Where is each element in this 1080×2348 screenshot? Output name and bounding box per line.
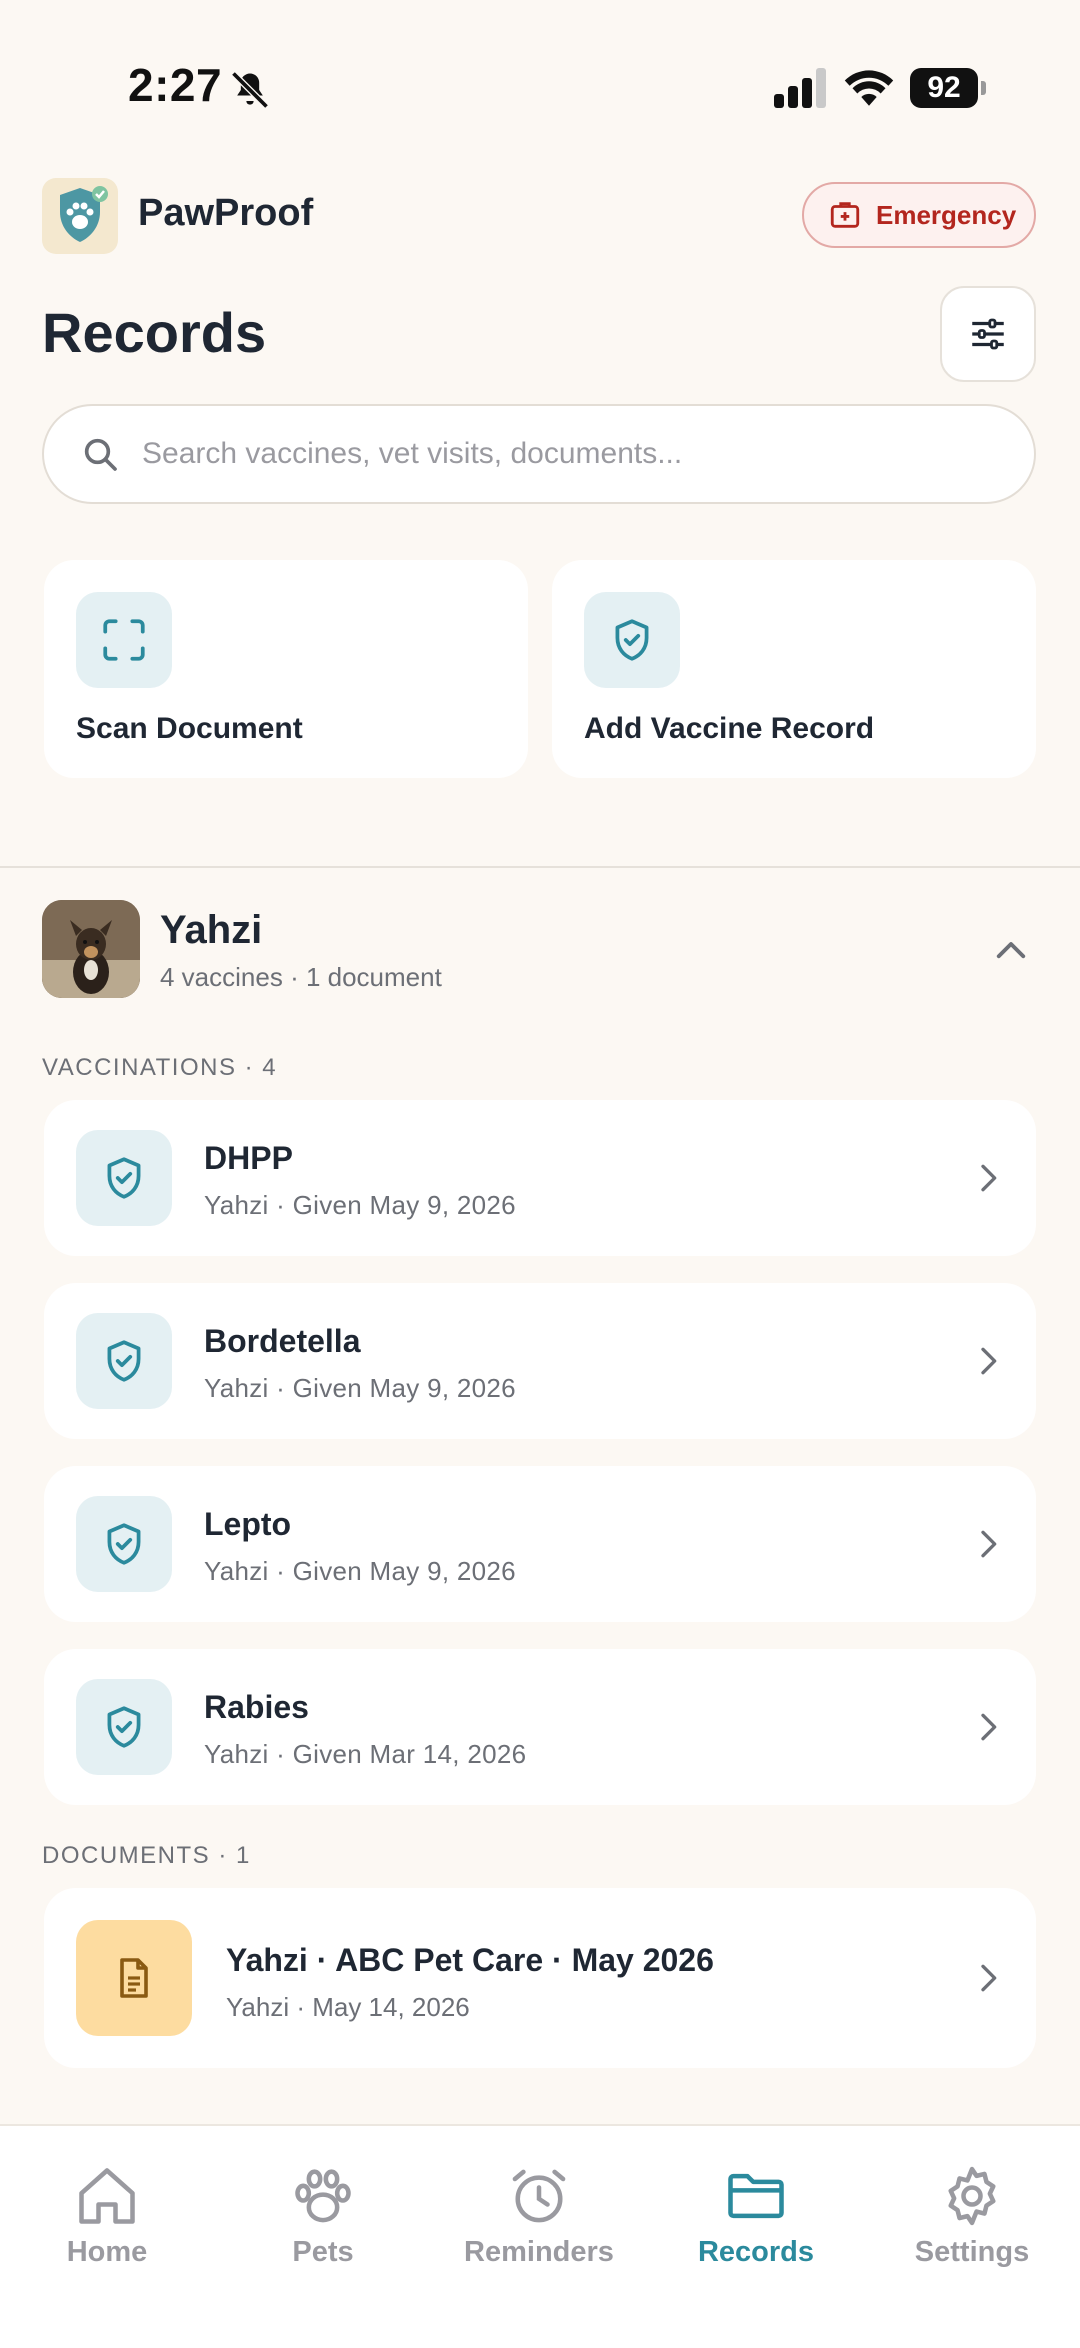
tab-label: Settings <box>914 2236 1030 2268</box>
bell-muted-icon <box>231 71 269 109</box>
medical-kit-icon <box>830 202 860 228</box>
vaccine-title: Lepto <box>204 1506 292 1542</box>
chevron-right-icon <box>981 1964 997 1992</box>
add-vaccine-record-card[interactable]: Add Vaccine Record <box>552 560 1036 778</box>
shield-icon-box <box>584 592 680 688</box>
tab-settings[interactable]: Settings <box>872 2162 1072 2282</box>
tab-label: Reminders <box>464 2236 614 2268</box>
vaccine-subtitle: Yahzi · Given May 9, 2026 <box>204 1190 516 1220</box>
battery-level: 92 <box>910 68 978 108</box>
wifi-icon <box>844 70 894 106</box>
chevron-up-icon[interactable] <box>990 930 1032 972</box>
vaccine-title: DHPP <box>204 1140 293 1176</box>
shield-check-icon <box>107 1706 141 1748</box>
paw-icon <box>295 2169 351 2223</box>
status-time: 2:27 <box>128 59 223 111</box>
search-bar[interactable] <box>42 404 1036 504</box>
vaccine-row-dhpp[interactable]: DHPP Yahzi · Given May 9, 2026 <box>44 1100 1036 1256</box>
app-logo <box>42 178 118 254</box>
vaccine-title: Rabies <box>204 1689 309 1725</box>
search-icon <box>84 438 117 471</box>
vaccine-row-lepto[interactable]: Lepto Yahzi · Given May 9, 2026 <box>44 1466 1036 1622</box>
document-icon-box <box>76 1920 192 2036</box>
tab-home[interactable]: Home <box>7 2162 207 2282</box>
app-name: PawProof <box>138 192 314 234</box>
dog-photo <box>42 900 140 998</box>
pet-name: Yahzi <box>160 908 263 952</box>
document-row[interactable]: Yahzi · ABC Pet Care · May 2026 Yahzi · … <box>44 1888 1036 2068</box>
alarm-clock-icon <box>512 2169 566 2223</box>
pet-summary: 4 vaccines · 1 document <box>160 962 442 992</box>
vaccine-icon-box <box>76 1679 172 1775</box>
vaccinations-section-label: VACCINATIONS · 4 <box>42 1054 278 1081</box>
vaccine-icon-box <box>76 1496 172 1592</box>
tab-records[interactable]: Records <box>656 2162 856 2282</box>
vaccine-icon-box <box>76 1130 172 1226</box>
document-subtitle: Yahzi · May 14, 2026 <box>226 1992 470 2022</box>
bottom-tab-bar: Home Pets Reminders Records Settings <box>0 2124 1080 2348</box>
vaccine-subtitle: Yahzi · Given May 9, 2026 <box>204 1556 516 1586</box>
shield-check-icon <box>107 1340 141 1382</box>
tab-label: Pets <box>292 2236 354 2268</box>
battery-indicator: 92 <box>910 68 986 108</box>
search-input[interactable] <box>142 437 962 471</box>
documents-section-label: DOCUMENTS · 1 <box>42 1842 251 1869</box>
scan-icon <box>103 619 145 661</box>
shield-check-icon <box>107 1523 141 1565</box>
tab-label: Records <box>697 2236 815 2268</box>
vaccine-row-rabies[interactable]: Rabies Yahzi · Given Mar 14, 2026 <box>44 1649 1036 1805</box>
emergency-label: Emergency <box>876 199 1017 230</box>
document-icon <box>120 1958 148 1998</box>
chevron-right-icon <box>981 1347 997 1375</box>
scan-document-card[interactable]: Scan Document <box>44 560 528 778</box>
shield-check-icon <box>107 1157 141 1199</box>
document-title: Yahzi · ABC Pet Care · May 2026 <box>226 1942 714 1978</box>
shield-check-icon <box>615 619 649 661</box>
chevron-right-icon <box>981 1713 997 1741</box>
folder-icon <box>728 2173 784 2219</box>
add-vaccine-record-label: Add Vaccine Record <box>584 712 875 745</box>
gear-icon <box>948 2166 996 2226</box>
tab-reminders[interactable]: Reminders <box>439 2162 639 2282</box>
scan-document-label: Scan Document <box>76 712 303 745</box>
vaccine-subtitle: Yahzi · Given May 9, 2026 <box>204 1373 516 1403</box>
chevron-right-icon <box>981 1164 997 1192</box>
cellular-signal-icon <box>774 68 826 108</box>
scan-icon-box <box>76 592 172 688</box>
chevron-right-icon <box>981 1530 997 1558</box>
page-title: Records <box>42 301 267 364</box>
section-divider <box>0 866 1080 868</box>
filter-button[interactable] <box>940 286 1036 382</box>
shield-paw-logo-icon <box>60 186 108 242</box>
status-bar: 2:27 92 <box>0 0 1080 170</box>
sliders-icon <box>972 318 1004 350</box>
pet-avatar[interactable] <box>42 900 140 998</box>
vaccine-subtitle: Yahzi · Given Mar 14, 2026 <box>204 1739 527 1769</box>
battery-cap <box>981 81 986 95</box>
tab-pets[interactable]: Pets <box>223 2162 423 2282</box>
vaccine-title: Bordetella <box>204 1323 361 1359</box>
emergency-button[interactable]: Emergency <box>802 182 1036 248</box>
vaccine-row-bordetella[interactable]: Bordetella Yahzi · Given May 9, 2026 <box>44 1283 1036 1439</box>
tab-label: Home <box>66 2236 148 2268</box>
vaccine-icon-box <box>76 1313 172 1409</box>
home-icon <box>79 2168 135 2224</box>
